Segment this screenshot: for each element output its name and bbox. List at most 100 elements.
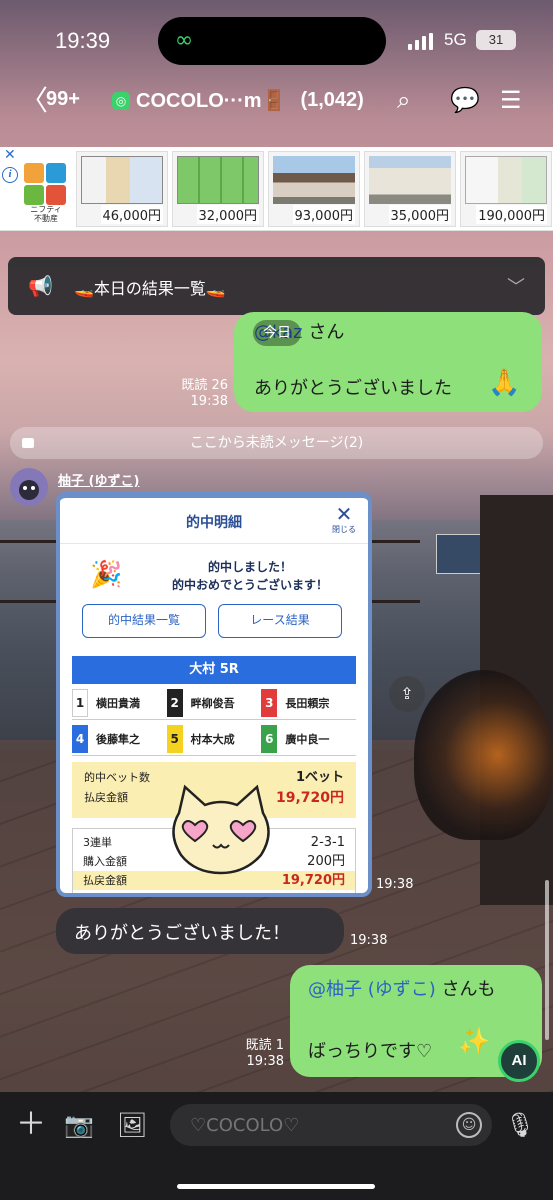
chat-title-group[interactable]: ◎ COCOLO···m🚪 (1,042)	[112, 88, 364, 113]
unread-divider: ここから未読メッセージ(2)	[10, 427, 543, 459]
image-icon[interactable]: 🖼	[117, 1110, 147, 1140]
member-count: (1,042)	[300, 89, 364, 111]
party-popper-icon: 🎉	[90, 560, 123, 590]
race-name: 大村 5R	[72, 656, 356, 684]
listing-price: 190,000円	[476, 205, 547, 224]
ad-listing[interactable]: 32,000円	[172, 151, 264, 227]
unread-divider-label: ここから未読メッセージ(2)	[189, 435, 364, 451]
microphone-icon[interactable]: 🎙	[505, 1110, 535, 1140]
read-receipt: 既読 1	[245, 1038, 284, 1053]
refund-value: 19,720円	[281, 873, 345, 888]
listing-price: 32,000円	[196, 205, 259, 224]
link-icon: ∞	[174, 28, 194, 53]
chat-bubbles-icon[interactable]: 💬	[450, 84, 480, 118]
message-text: ばっちりです♡	[308, 1041, 433, 1062]
ad-info-icon[interactable]: i	[2, 167, 18, 183]
signal-icon	[408, 33, 433, 50]
announcement-bar[interactable]: 📢 🚤本日の結果一覧🚤 ﹀	[8, 257, 545, 315]
bet-type-label: 3連単	[83, 836, 112, 849]
search-icon[interactable]: ⌕	[397, 84, 410, 118]
bet-value: 1ベット	[295, 770, 344, 785]
racer-number: 5	[166, 724, 183, 753]
plus-icon[interactable]: ＋	[16, 1110, 46, 1140]
status-time: 19:39	[55, 28, 111, 53]
hit-results-button: 的中結果一覧	[82, 604, 206, 638]
ad-close-icon[interactable]: ✕	[4, 147, 16, 163]
racer-row: 4 後藤隼之 5 村本大成 6 廣中良一	[72, 722, 356, 756]
bet-label: 的中ベット数	[84, 771, 150, 784]
battery-icon: 31	[476, 30, 516, 50]
chat-title: COCOLO···m🚪	[136, 90, 287, 112]
race-results-button: レース結果	[218, 604, 342, 638]
refund-label: 払戻金額	[83, 874, 127, 887]
message-text: ありがとうございました	[254, 378, 452, 399]
hit-line-2: 的中おめでとうございます！	[171, 578, 328, 592]
ad-logo[interactable]: ニフティ 不動産	[22, 163, 70, 223]
payout-value: 19,720円	[275, 790, 344, 806]
ad-listing[interactable]: 35,000円	[364, 151, 456, 227]
message-text: さんも	[435, 979, 496, 1000]
message-text: さん	[302, 322, 345, 343]
date-separator: 今日	[253, 320, 301, 346]
racer-name: 長田頼宗	[285, 696, 330, 710]
listing-price: 46,000円	[100, 205, 163, 224]
dynamic-island: ∞	[158, 17, 386, 65]
message-time: 19:38	[246, 1054, 284, 1069]
tag-icon	[22, 438, 34, 448]
card-title: 的中明細	[186, 515, 242, 531]
message-input[interactable]	[170, 1104, 492, 1146]
sparkle-sticker-icon: ✨	[458, 1027, 491, 1057]
received-message-bubble[interactable]: ありがとうございました！	[56, 908, 344, 954]
avatar[interactable]	[10, 468, 48, 506]
back-chevron-icon[interactable]: 〈	[20, 84, 48, 118]
bet-type-value: 2-3-1	[310, 835, 345, 850]
message-text: ありがとうございました！	[74, 923, 290, 944]
unread-count[interactable]: 99+	[46, 88, 80, 111]
share-icon[interactable]: ⇪	[389, 676, 425, 712]
status-bar: 19:39 ∞ 5G 31	[0, 0, 553, 80]
ai-button[interactable]: AI	[498, 1040, 540, 1082]
racer-number: 2	[166, 688, 183, 717]
racer-row: 1 横田貴満 2 畔柳俊吾 3 長田頼宗	[72, 686, 356, 720]
announcement-text: 🚤本日の結果一覧🚤	[74, 279, 226, 298]
racer-name: 後藤隼之	[96, 732, 140, 746]
ad-logo-text: ニフティ 不動産	[30, 205, 62, 223]
listing-price: 93,000円	[292, 205, 355, 224]
close-label: 閉じる	[332, 525, 356, 534]
emoji-icon[interactable]: ☺	[456, 1112, 482, 1138]
cat-sticker-icon	[172, 784, 270, 875]
ad-listing[interactable]: 46,000円	[76, 151, 168, 227]
camera-icon[interactable]: 📷	[64, 1110, 94, 1140]
sender-name[interactable]: 柚子 (ゆずこ)	[58, 470, 139, 489]
scrollbar[interactable]	[545, 880, 549, 1040]
megaphone-icon: 📢	[28, 274, 53, 298]
racer-number: 1	[72, 688, 88, 717]
racer-number: 6	[261, 724, 278, 753]
network-label: 5G	[444, 30, 467, 49]
open-chat-icon: ◎	[112, 91, 130, 110]
buy-value: 200円	[307, 854, 345, 869]
ad-banner[interactable]: ✕ i ニフティ 不動産 46,000円 32,000円 93,000円 35,…	[0, 147, 553, 231]
card-header: 的中明細 ✕ 閉じる	[60, 498, 368, 544]
ad-listing[interactable]: 93,000円	[268, 151, 360, 227]
racer-name: 横田貴満	[96, 696, 140, 710]
message-time: 19:38	[350, 933, 388, 948]
home-indicator	[177, 1184, 375, 1189]
racer-name: 畔柳俊吾	[190, 696, 235, 710]
hit-message: 的中しました！ 的中おめでとうございます！	[140, 558, 360, 594]
close-icon: ✕	[335, 502, 353, 526]
ad-listing[interactable]: 190,000円	[460, 151, 552, 227]
card-close: ✕ 閉じる	[330, 504, 358, 535]
background-notice-sign	[436, 534, 482, 574]
mention[interactable]: @柚子 (ゆずこ)	[308, 979, 436, 1000]
chevron-down-icon[interactable]: ﹀	[507, 273, 525, 299]
read-receipt: 既読 26	[181, 378, 228, 393]
menu-icon[interactable]: ☰	[500, 84, 522, 118]
chat-header: 〈 99+ ◎ COCOLO···m🚪 (1,042) ⌕ 💬 ☰	[0, 80, 553, 126]
image-message[interactable]: 的中明細 ✕ 閉じる 🎉 的中しました！ 的中おめでとうございます！ 的中結果一…	[56, 492, 372, 897]
racer-name: 廣中良一	[285, 732, 330, 746]
message-time: 19:38	[376, 877, 414, 892]
background-firepit	[414, 670, 553, 840]
payout-label: 払戻金額	[84, 791, 128, 804]
message-time: 19:38	[190, 394, 228, 409]
